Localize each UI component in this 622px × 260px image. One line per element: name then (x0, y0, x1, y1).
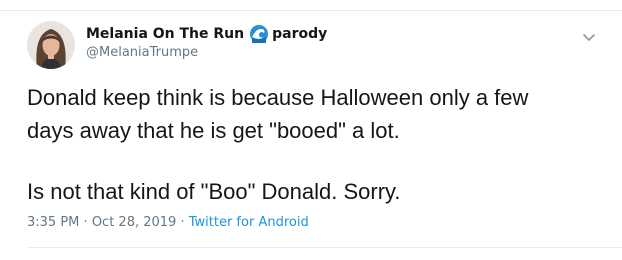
tweet-text: Donald keep think is because Halloween o… (27, 81, 597, 208)
tweet-metadata: 3:35 PM · Oct 28, 2019 · Twitter for And… (27, 215, 309, 230)
tweet-text-line: Is not that kind of "Boo" Donald. Sorry. (27, 179, 401, 204)
water-wave-icon (250, 25, 269, 43)
tweet-date[interactable]: Oct 28, 2019 (92, 215, 177, 230)
avatar[interactable] (27, 21, 75, 69)
meta-separator: · (83, 215, 88, 230)
tweet-time[interactable]: 3:35 PM (27, 215, 79, 230)
display-name[interactable]: Melania On The Run (86, 26, 244, 42)
tweet-text-line: Donald keep think is because Halloween o… (27, 85, 529, 110)
top-divider (0, 0, 622, 11)
tweet-text-line: days away that he is get "booed" a lot. (27, 118, 400, 143)
chevron-down-icon[interactable] (582, 29, 596, 41)
name-suffix: parody (272, 26, 328, 42)
bottom-divider (27, 247, 622, 248)
handle[interactable]: @MelaniaTrumpe (86, 45, 198, 60)
meta-separator: · (180, 215, 185, 230)
tweet-card: Melania On The Run parody @MelaniaTrumpe… (0, 11, 622, 249)
avatar-image (27, 21, 75, 69)
author-name-row[interactable]: Melania On The Run parody (86, 25, 327, 43)
tweet-source-link[interactable]: Twitter for Android (189, 215, 309, 230)
